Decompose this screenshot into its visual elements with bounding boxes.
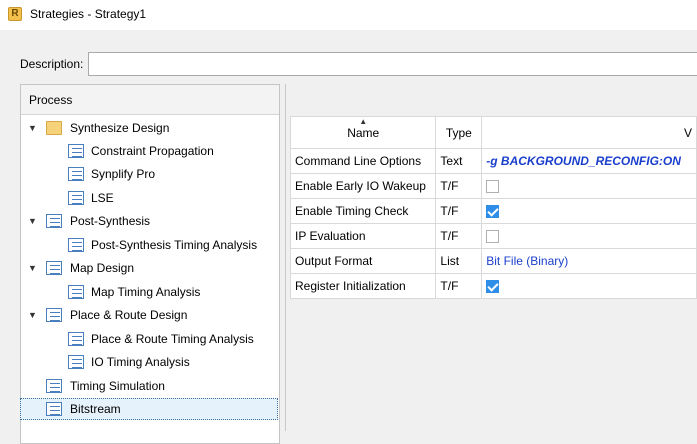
column-header-type[interactable]: Type <box>435 116 483 149</box>
document-icon <box>46 379 62 393</box>
tree-item-lse[interactable]: LSE <box>28 187 278 209</box>
property-type: T/F <box>435 273 483 299</box>
property-value-text[interactable]: -g BACKGROUND_RECONFIG:ON <box>481 148 697 174</box>
property-value-checkbox <box>481 173 697 199</box>
tree-item-label: Post-Synthesis <box>70 214 151 228</box>
document-icon <box>68 332 84 346</box>
properties-table: ▲ Name Type V Command Line Options Text … <box>289 116 697 299</box>
property-type: List <box>435 248 483 274</box>
table-row[interactable]: IP Evaluation T/F <box>289 223 697 249</box>
table-row[interactable]: Output Format List Bit File (Binary) <box>289 248 697 274</box>
tree-item-label: Timing Simulation <box>70 379 165 393</box>
document-icon <box>68 355 84 369</box>
tree-item-label: IO Timing Analysis <box>91 355 190 369</box>
tree-item-constraint-propagation[interactable]: Constraint Propagation <box>28 140 278 162</box>
column-header-name[interactable]: ▲ Name <box>289 116 437 149</box>
tree-item-label: Synthesize Design <box>70 121 170 135</box>
checkbox[interactable] <box>486 230 500 244</box>
property-name: Enable Early IO Wakeup <box>289 173 437 199</box>
document-icon <box>46 402 62 416</box>
tree-item-timing-simulation[interactable]: Timing Simulation <box>28 375 278 397</box>
title-bar: R Strategies - Strategy1 <box>0 0 697 30</box>
description-label: Description: <box>20 57 84 71</box>
checkbox-checked[interactable] <box>486 280 500 294</box>
tree-item-place-route-design[interactable]: ▼ Place & Route Design <box>28 304 278 326</box>
tree-item-label: Bitstream <box>70 402 121 416</box>
property-name: IP Evaluation <box>289 223 437 249</box>
property-type: T/F <box>435 223 483 249</box>
property-value-checkbox <box>481 223 697 249</box>
property-name: Output Format <box>289 248 437 274</box>
expand-arrow-icon[interactable]: ▼ <box>28 210 40 232</box>
property-name: Command Line Options <box>289 148 437 174</box>
document-icon <box>68 285 84 299</box>
table-row[interactable]: Register Initialization T/F <box>289 273 697 299</box>
document-icon <box>68 167 84 181</box>
table-row[interactable]: Enable Timing Check T/F <box>289 198 697 224</box>
document-icon <box>68 191 84 205</box>
window-title: Strategies - Strategy1 <box>30 7 147 21</box>
tree-item-place-route-timing-analysis[interactable]: Place & Route Timing Analysis <box>28 328 278 350</box>
tree-item-label: Place & Route Design <box>70 308 188 322</box>
table-row[interactable]: Enable Early IO Wakeup T/F <box>289 173 697 199</box>
property-value-dropdown[interactable]: Bit File (Binary) <box>481 248 697 274</box>
tree-item-bitstream[interactable]: Bitstream <box>28 398 278 420</box>
tree-item-map-design[interactable]: ▼ Map Design <box>28 257 278 279</box>
splitter[interactable] <box>285 84 286 431</box>
tree-item-post-synthesis-timing-analysis[interactable]: Post-Synthesis Timing Analysis <box>28 234 278 256</box>
description-input[interactable] <box>88 52 697 76</box>
expand-arrow-icon[interactable]: ▼ <box>28 257 40 279</box>
expand-arrow-icon[interactable]: ▼ <box>28 304 40 326</box>
expand-arrow-icon[interactable]: ▼ <box>28 117 40 139</box>
folder-icon <box>46 121 62 135</box>
property-name: Register Initialization <box>289 273 437 299</box>
document-icon <box>68 144 84 158</box>
app-logo-icon: R <box>8 7 22 21</box>
document-icon <box>46 308 62 322</box>
property-value-checkbox <box>481 273 697 299</box>
tree-item-synplify-pro[interactable]: Synplify Pro <box>28 163 278 185</box>
property-type: T/F <box>435 173 483 199</box>
property-value-checkbox <box>481 198 697 224</box>
checkbox[interactable] <box>486 180 500 194</box>
property-type: T/F <box>435 198 483 224</box>
tree-item-label: Map Design <box>70 261 135 275</box>
tree-item-label: LSE <box>91 191 114 205</box>
tree-item-label: Synplify Pro <box>91 167 156 181</box>
property-name: Enable Timing Check <box>289 198 437 224</box>
document-icon <box>46 261 62 275</box>
tree-item-label: Place & Route Timing Analysis <box>91 332 254 346</box>
tree-item-label: Constraint Propagation <box>91 144 214 158</box>
document-icon <box>46 214 62 228</box>
column-header-value[interactable]: V <box>481 116 697 149</box>
tree-item-post-synthesis[interactable]: ▼ Post-Synthesis <box>28 210 278 232</box>
process-header: Process <box>21 85 279 115</box>
tree-item-synthesize-design[interactable]: ▼ Synthesize Design <box>28 117 278 139</box>
tree-item-label: Map Timing Analysis <box>91 285 201 299</box>
checkbox-checked[interactable] <box>486 205 500 219</box>
table-row[interactable]: Command Line Options Text -g BACKGROUND_… <box>289 148 697 174</box>
document-icon <box>68 238 84 252</box>
tree-item-io-timing-analysis[interactable]: IO Timing Analysis <box>28 351 278 373</box>
property-type: Text <box>435 148 483 174</box>
sort-ascending-icon: ▲ <box>359 117 368 126</box>
tree-item-label: Post-Synthesis Timing Analysis <box>91 238 258 252</box>
tree-item-map-timing-analysis[interactable]: Map Timing Analysis <box>28 281 278 303</box>
